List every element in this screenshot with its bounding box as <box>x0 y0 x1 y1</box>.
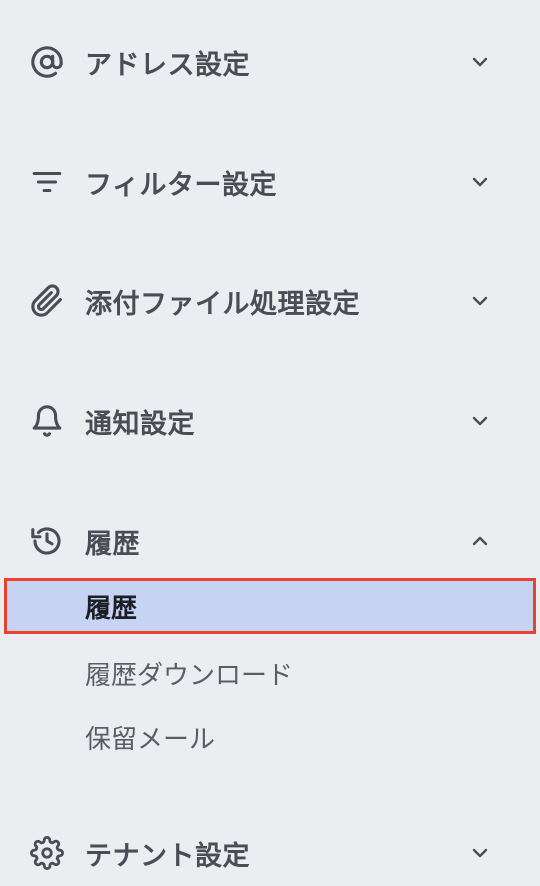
section-tenant-settings[interactable]: テナント設定 <box>0 823 540 883</box>
bell-icon <box>30 404 64 438</box>
at-icon <box>30 45 64 79</box>
history-icon <box>30 524 64 558</box>
filter-icon <box>30 165 64 199</box>
gear-icon <box>30 836 64 870</box>
sub-item-label: 履歴ダウンロード <box>85 660 294 691</box>
chevron-down-icon[interactable] <box>466 287 494 315</box>
settings-sidebar: アドレス設定 フィルター設定 添付ファイル処理設定 通知設定 履歴 履歴 履歴ダ… <box>0 0 540 886</box>
chevron-down-icon[interactable] <box>466 48 494 76</box>
section-label: 履歴 <box>85 528 140 560</box>
section-label: アドレス設定 <box>85 49 250 81</box>
section-history[interactable]: 履歴 <box>0 511 540 571</box>
section-address-settings[interactable]: アドレス設定 <box>0 32 540 92</box>
section-label: 添付ファイル処理設定 <box>85 288 360 320</box>
section-label: 通知設定 <box>85 408 195 440</box>
section-filter-settings[interactable]: フィルター設定 <box>0 152 540 212</box>
section-attachment-settings[interactable]: 添付ファイル処理設定 <box>0 271 540 331</box>
chevron-down-icon[interactable] <box>466 407 494 435</box>
sub-item-history-download[interactable]: 履歴ダウンロード <box>0 644 540 702</box>
sub-item-label: 保留メール <box>85 724 216 755</box>
section-label: テナント設定 <box>85 840 250 872</box>
chevron-down-icon[interactable] <box>466 839 494 867</box>
section-label: フィルター設定 <box>85 169 277 201</box>
section-notification-settings[interactable]: 通知設定 <box>0 391 540 451</box>
chevron-up-icon[interactable] <box>466 527 494 555</box>
chevron-down-icon[interactable] <box>466 168 494 196</box>
sub-item-label: 履歴 <box>85 593 138 624</box>
paperclip-icon <box>30 284 64 318</box>
sub-item-held-mail[interactable]: 保留メール <box>0 708 540 766</box>
sub-item-history[interactable]: 履歴 <box>4 578 536 634</box>
